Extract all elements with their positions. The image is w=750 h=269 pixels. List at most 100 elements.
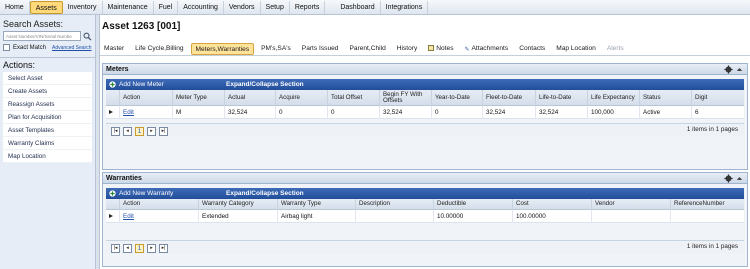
add-new-meter-label: Add New Meter xyxy=(119,81,164,88)
tab-meters-warranties[interactable]: Meters,Warranties xyxy=(190,42,255,55)
menu-home[interactable]: Home xyxy=(0,0,30,14)
col-header[interactable]: Vendor xyxy=(591,199,670,210)
menu-maintenance[interactable]: Maintenance xyxy=(103,0,154,14)
tab-life-cycle-billing[interactable]: Life Cycle,Billing xyxy=(131,43,187,55)
menu-accounting[interactable]: Accounting xyxy=(178,0,224,14)
first-page-button[interactable]: |◂ xyxy=(111,127,120,136)
col-header[interactable]: Life-to-Date xyxy=(535,90,587,106)
warranties-pager: |◂ ◂ 1 ▸ ▸| 1 items in 1 pages xyxy=(106,240,744,254)
add-new-warranty-label: Add New Warranty xyxy=(119,190,174,197)
action-map-location[interactable]: Map Location xyxy=(3,150,92,163)
current-page-button[interactable]: 1 xyxy=(135,127,144,136)
next-page-button[interactable]: ▸ xyxy=(147,244,156,253)
meters-command-bar: Add New Meter Expand/Collapse Section xyxy=(106,79,744,90)
table-cell xyxy=(670,210,744,223)
tab-label: Master xyxy=(104,44,125,52)
action-select-asset[interactable]: Select Asset xyxy=(3,72,92,85)
tab-map-location[interactable]: Map Location xyxy=(552,43,600,55)
tab-label: Alerts xyxy=(606,44,624,52)
prev-page-button[interactable]: ◂ xyxy=(123,244,132,253)
table-cell: M xyxy=(172,106,224,119)
col-header[interactable]: Fleet-to-Date xyxy=(482,90,535,106)
pager-info: 1 items in 1 pages xyxy=(686,126,738,133)
menu-integrations[interactable]: Integrations xyxy=(381,0,429,14)
warranties-expand-collapse[interactable]: Expand/Collapse Section xyxy=(226,188,304,199)
table-cell xyxy=(355,210,433,223)
edit-meter-link[interactable]: Edit xyxy=(123,109,134,116)
first-page-button[interactable]: |◂ xyxy=(111,244,120,253)
tab-pm-s-sa-s[interactable]: PM's,SA's xyxy=(257,43,295,55)
expand-row-icon[interactable] xyxy=(109,214,113,218)
tab-parent-child[interactable]: Parent,Child xyxy=(345,43,389,55)
col-header[interactable]: Year-to-Date xyxy=(431,90,482,106)
menu-reports[interactable]: Reports xyxy=(290,0,326,14)
action-create-assets[interactable]: Create Assets xyxy=(3,85,92,98)
col-header[interactable]: Warranty Type xyxy=(277,199,355,210)
current-page-button[interactable]: 1 xyxy=(135,244,144,253)
tab-master[interactable]: Master xyxy=(100,43,128,55)
warranties-section-title: Warranties xyxy=(106,175,142,182)
prev-page-button[interactable]: ◂ xyxy=(123,127,132,136)
next-page-button[interactable]: ▸ xyxy=(147,127,156,136)
collapse-icon[interactable] xyxy=(735,65,744,74)
col-header[interactable]: Cost xyxy=(512,199,591,210)
exact-match-checkbox[interactable] xyxy=(3,44,10,51)
last-page-button[interactable]: ▸| xyxy=(159,127,168,136)
warranties-section: Warranties Add New Warranty Expand/Colla… xyxy=(102,172,748,267)
col-header[interactable]: Life Expectancy xyxy=(587,90,639,106)
menu-setup[interactable]: Setup xyxy=(261,0,290,14)
col-header[interactable]: Begin FY With Offsets xyxy=(379,90,431,106)
pager-info: 1 items in 1 pages xyxy=(686,243,738,250)
menu-dashboard[interactable]: Dashboard xyxy=(335,0,381,14)
menu-fuel[interactable]: Fuel xyxy=(154,0,179,14)
meters-expand-collapse[interactable]: Expand/Collapse Section xyxy=(226,79,304,90)
menu-inventory[interactable]: Inventory xyxy=(63,0,103,14)
col-header[interactable]: Digit xyxy=(691,90,744,106)
action-reassign-assets[interactable]: Reassign Assets xyxy=(3,98,92,111)
tab-parts-issued[interactable]: Parts Issued xyxy=(298,43,343,55)
tab-label: Parts Issued xyxy=(301,44,339,52)
menu-vendors[interactable]: Vendors xyxy=(224,0,261,14)
collapse-icon[interactable] xyxy=(735,174,744,183)
meters-section-header: Meters xyxy=(103,64,747,75)
col-header[interactable]: Action xyxy=(119,90,172,106)
asset-search-input[interactable]: Asset Number/VIN/Serial Numbe xyxy=(3,31,82,41)
warranties-section-header: Warranties xyxy=(103,173,747,184)
search-title: Search Assets: xyxy=(3,19,64,29)
edit-warranty-link[interactable]: Edit xyxy=(123,213,134,220)
col-header[interactable]: Status xyxy=(639,90,691,106)
col-header[interactable]: Deductible xyxy=(433,199,512,210)
table-cell: 0 xyxy=(327,106,379,119)
search-icon[interactable] xyxy=(83,32,92,41)
action-plan-for-acquisition[interactable]: Plan for Acquisition xyxy=(3,111,92,124)
action-asset-templates[interactable]: Asset Templates xyxy=(3,124,92,137)
menu-assets[interactable]: Assets xyxy=(29,0,63,14)
col-header[interactable]: ReferenceNumber xyxy=(670,199,744,210)
tab-notes[interactable]: Notes xyxy=(424,43,457,55)
tab-history[interactable]: History xyxy=(393,43,422,55)
col-header[interactable]: Action xyxy=(119,199,198,210)
table-cell: Active xyxy=(639,106,691,119)
action-warranty-claims[interactable]: Warranty Claims xyxy=(3,137,92,150)
table-cell: 32,524 xyxy=(224,106,275,119)
add-new-warranty-button[interactable]: Add New Warranty xyxy=(109,188,173,199)
col-header[interactable]: Warranty Category xyxy=(198,199,277,210)
col-header[interactable]: Meter Type xyxy=(172,90,224,106)
advanced-search-link[interactable]: Advanced Search xyxy=(52,45,91,51)
add-new-meter-button[interactable]: Add New Meter xyxy=(109,79,164,90)
actions-list: Select Asset Create Assets Reassign Asse… xyxy=(3,72,92,163)
last-page-button[interactable]: ▸| xyxy=(159,244,168,253)
tab-contacts[interactable]: Contacts xyxy=(515,43,549,55)
col-header[interactable]: Total Offset xyxy=(327,90,379,106)
gear-icon[interactable] xyxy=(724,65,733,74)
table-cell: 0 xyxy=(275,106,327,119)
gear-icon[interactable] xyxy=(724,174,733,183)
table-cell: 6 xyxy=(691,106,744,119)
col-header[interactable]: Acquire xyxy=(275,90,327,106)
col-header[interactable]: Description xyxy=(355,199,433,210)
expand-row-icon[interactable] xyxy=(109,110,113,114)
col-header[interactable]: Actual xyxy=(224,90,275,106)
tab-label: Notes xyxy=(436,44,454,52)
tab-attachments[interactable]: ✎ Attachments xyxy=(461,43,513,55)
tab-label: History xyxy=(396,44,418,52)
